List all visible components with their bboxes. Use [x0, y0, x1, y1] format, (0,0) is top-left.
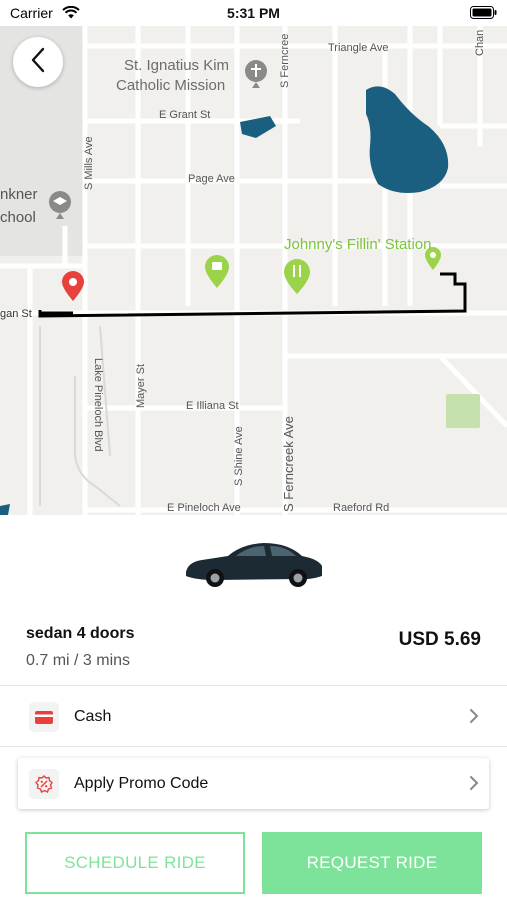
map-label-s-mills-ave: S Mills Ave: [83, 136, 95, 190]
chevron-right-icon: [469, 775, 479, 796]
map-label-e-grant-st: E Grant St: [159, 109, 211, 121]
map-label-e-illiana-st: E Illiana St: [186, 400, 239, 412]
credit-card-icon: [29, 702, 59, 732]
divider: [0, 746, 507, 747]
map-label-s-shine-ave: S Shine Ave: [233, 426, 245, 486]
route-map[interactable]: St. Ignatius Kim Catholic Mission Triang…: [0, 26, 507, 515]
map-label-chool: chool: [0, 209, 36, 226]
payment-method-label: Cash: [74, 708, 112, 725]
map-label-s-ferncreek-ave: S Ferncreek Ave: [281, 416, 296, 512]
back-button[interactable]: [13, 37, 63, 87]
map-label-lake-pineloch-blvd: Lake Pineloch Blvd: [92, 358, 104, 452]
apply-promo-code-button[interactable]: Apply Promo Code: [18, 758, 489, 809]
discount-badge-icon: [29, 769, 59, 799]
ride-price: USD 5.69: [398, 629, 481, 650]
map-label-mission: St. Ignatius Kim: [124, 57, 230, 74]
restaurant-poi-icon: [284, 259, 310, 294]
map-label-gan-st: gan St: [0, 308, 32, 320]
map-label-mission-line2: Catholic Mission: [116, 77, 226, 94]
shopping-poi-icon: [205, 255, 229, 288]
map-label-chan: Chan: [474, 29, 486, 56]
chevron-left-icon: [30, 47, 46, 78]
map-label-page-ave: Page Ave: [188, 173, 235, 185]
vehicle-name: sedan 4 doors: [26, 625, 135, 642]
promo-code-label: Apply Promo Code: [74, 775, 209, 792]
map-canvas: [0, 26, 507, 515]
church-poi-icon: [245, 60, 267, 88]
map-label-raeford-rd: Raeford Rd: [333, 502, 390, 514]
chevron-right-icon: [469, 708, 479, 729]
payment-method-row[interactable]: Cash: [0, 686, 507, 746]
schedule-ride-button[interactable]: SCHEDULE RIDE: [25, 832, 245, 894]
sedan-car-image: [180, 532, 328, 594]
map-label-johnnys: Johnny's Fillin' Station: [284, 236, 432, 253]
status-time: 5:31 PM: [227, 5, 280, 21]
battery-icon: [470, 6, 497, 24]
map-label-s-ferncreek-top: S Ferncree: [279, 33, 291, 88]
trip-distance-eta: 0.7 mi / 3 mins: [26, 652, 131, 669]
map-label-mayer-st: Mayer St: [135, 363, 147, 408]
map-label-nkner: nkner: [0, 186, 38, 203]
map-label-e-pineloch-ave: E Pineloch Ave: [167, 502, 241, 514]
map-label-triangle-ave: Triangle Ave: [328, 42, 389, 54]
request-ride-button[interactable]: REQUEST RIDE: [262, 832, 482, 894]
origin-pin-icon: [62, 271, 84, 301]
status-bar: Carrier 5:31 PM: [0, 0, 507, 26]
